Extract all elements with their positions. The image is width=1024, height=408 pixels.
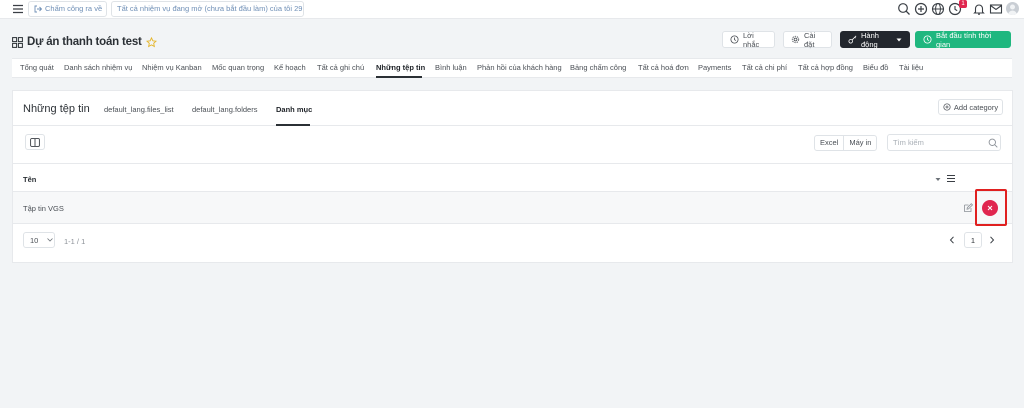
open-tasks-pill[interactable]: Tất cả nhiệm vụ đang mở (chưa bắt đầu là… <box>111 1 304 17</box>
panel-title: Những tệp tin <box>23 103 90 115</box>
page-size-select[interactable]: 10 <box>23 232 55 248</box>
tab-payments[interactable]: Payments <box>698 59 731 77</box>
column-toggle-button[interactable] <box>25 134 45 150</box>
table-row: Tập tin VGS <box>13 192 1012 224</box>
tab-contracts[interactable]: Tất cả hợp đồng <box>798 59 853 77</box>
table-toolbar: Excel Máy in <box>13 126 1012 164</box>
sort-caret-down-icon[interactable] <box>935 177 941 182</box>
grid-icon <box>12 36 23 48</box>
list-menu-icon[interactable] <box>946 174 956 183</box>
tab-files[interactable]: Những tệp tin <box>376 59 425 77</box>
current-page-button[interactable]: 1 <box>964 232 982 248</box>
clock-icon <box>730 35 739 44</box>
top-bar: Chấm công ra về Tất cả nhiệm vụ đang mở … <box>0 0 1024 19</box>
previous-page-button[interactable] <box>945 233 959 247</box>
sub-tab-categories[interactable]: Danh mục <box>276 105 312 114</box>
tab-comments[interactable]: Bình luận <box>435 59 467 77</box>
plus-circle-icon <box>943 103 951 111</box>
tab-customer-feedback[interactable]: Phản hồi của khách hàng <box>477 59 562 77</box>
tab-documents[interactable]: Tài liệu <box>899 59 923 77</box>
globe-icon[interactable] <box>931 2 945 16</box>
reminder-button[interactable]: Lời nhắc <box>722 30 775 49</box>
project-header: Dự án thanh toán test <box>12 34 157 50</box>
category-name-cell: Tập tin VGS <box>23 204 64 213</box>
tab-plan[interactable]: Kế hoạch <box>274 59 306 77</box>
panel-header: Những tệp tin default_lang.files_list de… <box>13 91 1012 126</box>
search-icon[interactable] <box>897 2 911 16</box>
notification-badge: 1 <box>959 0 967 8</box>
chevron-left-icon <box>949 236 955 244</box>
search-icon[interactable] <box>988 138 998 148</box>
plus-circle-icon[interactable] <box>914 2 928 16</box>
pagination-range: 1-1 / 1 <box>64 237 86 246</box>
tab-timesheets[interactable]: Bảng chấm công <box>570 59 626 77</box>
edit-icon[interactable] <box>963 203 973 213</box>
sub-tab-folders[interactable]: default_lang.folders <box>192 105 257 114</box>
tab-task-list[interactable]: Danh sách nhiệm vụ <box>64 59 132 77</box>
clock-out-button[interactable]: Chấm công ra về <box>28 1 107 17</box>
project-tabs: Tổng quát Danh sách nhiệm vụ Nhiệm vụ Ka… <box>12 58 1012 78</box>
key-icon <box>848 35 857 44</box>
sign-out-icon <box>34 5 42 13</box>
gear-icon <box>791 35 800 44</box>
table-header: Tên <box>13 164 1012 192</box>
start-timer-button[interactable]: Bắt đầu tính thời gian <box>915 30 1011 49</box>
open-tasks-label: Tất cả nhiệm vụ đang mở (chưa bắt đầu là… <box>117 4 293 13</box>
highlight-box <box>975 189 1007 226</box>
chevron-down-icon <box>47 238 54 242</box>
tab-overview[interactable]: Tổng quát <box>20 59 54 77</box>
add-category-label: Add category <box>953 102 999 112</box>
tab-charts[interactable]: Biểu đồ <box>863 59 888 77</box>
open-tasks-count: 29 <box>294 4 303 13</box>
tab-kanban[interactable]: Nhiệm vụ Kanban <box>142 59 202 77</box>
active-tab-indicator <box>376 76 422 78</box>
clock-out-label: Chấm công ra về <box>45 4 103 13</box>
tab-notes[interactable]: Tất cả ghi chú <box>317 59 364 77</box>
next-page-button[interactable] <box>985 233 999 247</box>
caret-down-icon <box>896 37 902 43</box>
print-button[interactable]: Máy in <box>843 136 876 150</box>
tab-milestones[interactable]: Mốc quan trọng <box>212 59 264 77</box>
clock-icon <box>923 35 932 44</box>
export-button-group: Excel Máy in <box>814 135 878 151</box>
search-box <box>887 134 1001 151</box>
actions-label: Hành động <box>861 30 879 49</box>
actions-dropdown-button[interactable]: Hành động <box>840 30 910 49</box>
page-size-value: 10 <box>30 235 39 245</box>
search-input[interactable] <box>888 135 983 150</box>
column-header-name[interactable]: Tên <box>23 175 36 184</box>
chevron-right-icon <box>989 236 995 244</box>
avatar[interactable] <box>1006 2 1019 15</box>
columns-icon <box>30 137 40 147</box>
tab-expenses[interactable]: Tất cả chi phí <box>742 59 787 77</box>
bell-icon[interactable] <box>972 2 986 16</box>
sub-tab-files-list[interactable]: default_lang.files_list <box>104 105 174 114</box>
settings-button[interactable]: Cài đặt <box>783 30 832 49</box>
files-panel: Những tệp tin default_lang.files_list de… <box>12 90 1013 263</box>
excel-button[interactable]: Excel <box>815 136 843 150</box>
mail-icon[interactable] <box>989 2 1003 16</box>
start-timer-label: Bắt đầu tính thời gian <box>936 30 992 49</box>
menu-icon[interactable] <box>12 3 24 15</box>
page-title: Dự án thanh toán test <box>27 36 142 48</box>
star-icon[interactable] <box>145 36 157 48</box>
pagination: 10 1-1 / 1 1 <box>13 224 1012 262</box>
tab-invoices[interactable]: Tất cả hoá đơn <box>638 59 689 77</box>
add-category-button[interactable]: Add category <box>938 99 1003 115</box>
settings-label: Cài đặt <box>804 30 816 49</box>
reminder-label: Lời nhắc <box>743 30 760 49</box>
